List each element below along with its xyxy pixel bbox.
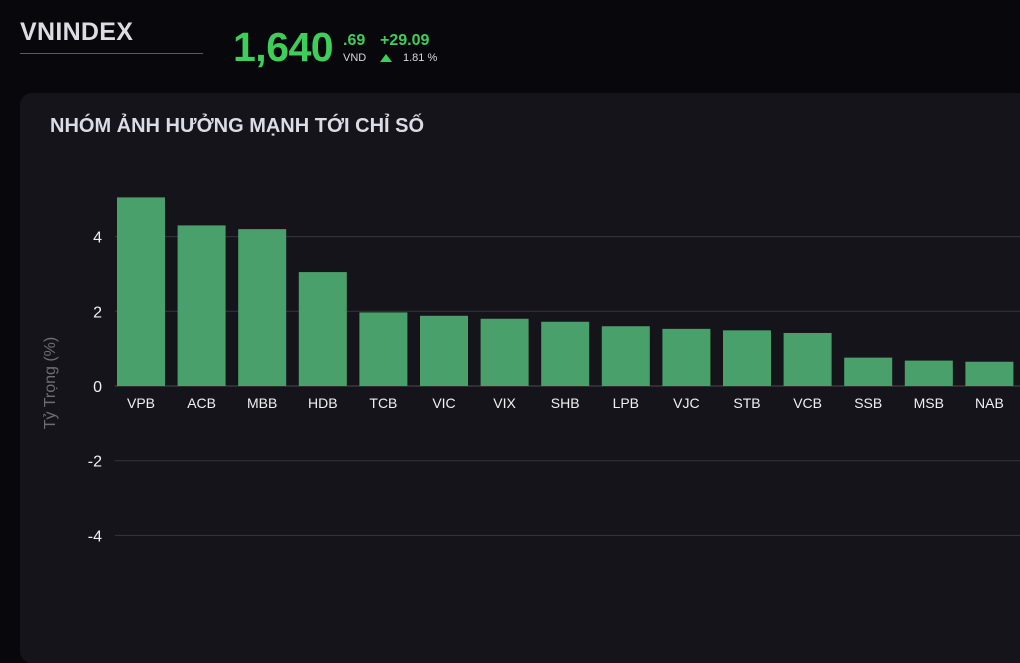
- bar-acb[interactable]: [177, 225, 226, 386]
- bar-vix[interactable]: [480, 318, 529, 386]
- bar-tcb[interactable]: [359, 312, 408, 386]
- bar-stb[interactable]: [723, 330, 771, 386]
- up-arrow-icon: [380, 54, 392, 62]
- x-tick-label-vpb: VPB: [127, 395, 155, 411]
- bar-vcb[interactable]: [783, 332, 832, 386]
- change-percent: 1.81 %: [403, 52, 438, 64]
- bar-nab[interactable]: [965, 361, 1014, 386]
- price-unit: VND: [343, 52, 367, 64]
- bar-lpb[interactable]: [601, 326, 650, 386]
- y-tick-label: -4: [88, 528, 102, 545]
- x-tick-label-vcb: VCB: [793, 395, 822, 411]
- bar-mbb[interactable]: [238, 229, 287, 386]
- bar-hdb[interactable]: [298, 272, 347, 386]
- bar-layer: [117, 197, 1014, 386]
- influence-bar-chart: 4 2 0 -2 -4 VPB ACB MBB HDB TCB VIC VIX SHB LPB VJC ST…: [42, 197, 1020, 546]
- category-label-layer: VPB ACB MBB HDB TCB VIC VIX SHB LPB VJC STB VCB SSB M…: [127, 395, 1004, 411]
- x-tick-label-mbb: MBB: [247, 395, 277, 411]
- x-tick-label-ssb: SSB: [854, 395, 882, 411]
- x-tick-label-msb: MSB: [914, 395, 944, 411]
- y-tick-label: 4: [93, 230, 102, 247]
- bar-ssb[interactable]: [844, 357, 893, 386]
- y-tick-label: -2: [88, 454, 102, 471]
- x-tick-label-shb: SHB: [551, 395, 580, 411]
- x-tick-label-vjc: VJC: [673, 395, 699, 411]
- tick-layer: 4 2 0 -2 -4: [88, 230, 102, 546]
- bar-shb[interactable]: [541, 321, 590, 386]
- x-tick-label-stb: STB: [733, 395, 760, 411]
- y-tick-label: 0: [93, 379, 102, 396]
- x-tick-label-acb: ACB: [187, 395, 216, 411]
- x-tick-label-vix: VIX: [493, 395, 516, 411]
- y-axis-label: Tỷ Trọng (%): [42, 337, 59, 429]
- x-tick-label-lpb: LPB: [613, 395, 639, 411]
- bar-msb[interactable]: [904, 360, 953, 386]
- x-tick-label-nab: NAB: [975, 395, 1004, 411]
- change-value: +29.09: [380, 32, 430, 49]
- y-tick-label: 2: [93, 304, 102, 321]
- x-tick-label-tcb: TCB: [369, 395, 397, 411]
- bar-vjc[interactable]: [662, 328, 711, 386]
- price-decimal: .69: [343, 32, 366, 49]
- index-name: VNINDEX: [20, 18, 203, 54]
- bar-vpb[interactable]: [117, 197, 165, 386]
- bar-vic[interactable]: [420, 315, 468, 386]
- price-main: 1,640: [233, 24, 334, 70]
- chart-panel: NHÓM ẢNH HƯỞNG MẠNH TỚI CHỈ SỐ 4 2 0 -2 -4 V…: [20, 93, 1020, 663]
- x-tick-label-hdb: HDB: [308, 395, 338, 411]
- x-tick-label-vic: VIC: [432, 395, 455, 411]
